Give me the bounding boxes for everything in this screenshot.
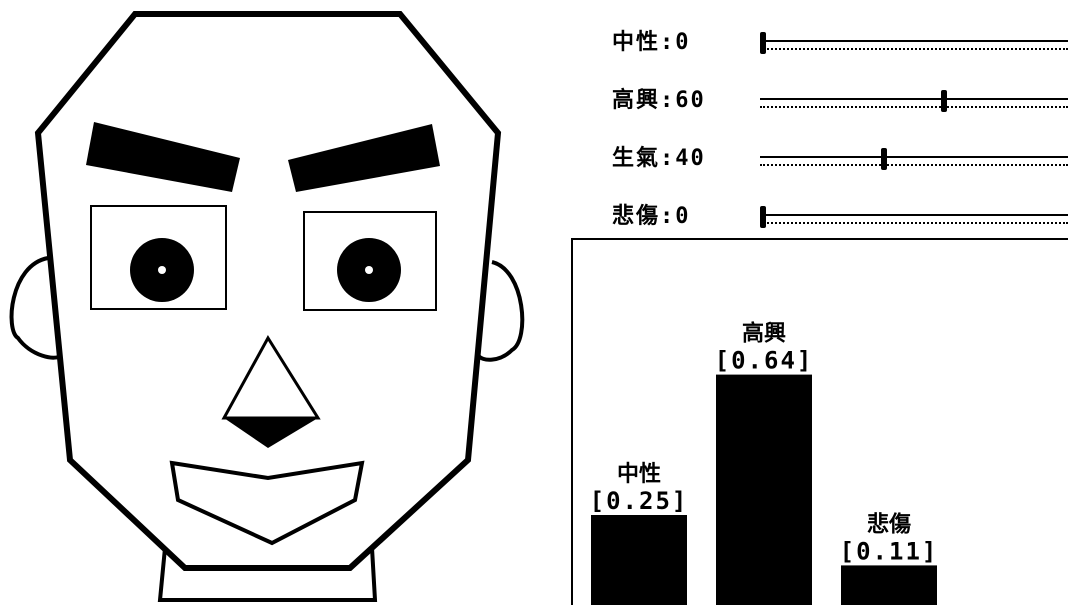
slider-thumb[interactable] xyxy=(941,90,948,112)
bar-value-label-0: [0.25] xyxy=(590,487,689,515)
emotion-chart-panel: [0.25] 中性 [0.64] 高興 [0.11] 悲傷 xyxy=(571,238,1068,605)
bar-1 xyxy=(716,374,812,605)
bar-0 xyxy=(591,515,687,605)
slider-happy: 高興:60 xyxy=(612,86,1068,116)
slider-neutral: 中性:0 xyxy=(612,28,1068,58)
bar-value-label-1: [0.64] xyxy=(715,347,814,375)
slider-thumb[interactable] xyxy=(760,32,766,54)
slider-angry: 生氣:40 xyxy=(612,144,1068,174)
bar-category-label-3: 悲傷 xyxy=(867,511,911,537)
slider-sad: 悲傷:0 xyxy=(612,202,1068,232)
slider-thumb[interactable] xyxy=(880,148,887,170)
slider-thumb[interactable] xyxy=(760,206,766,228)
slider-label: 生氣:40 xyxy=(612,146,706,171)
bar-category-label-1: 高興 xyxy=(742,321,786,347)
slider-label: 高興:60 xyxy=(612,88,706,113)
emotion-bar-chart: [0.25]中性 [0.64]高興 [0.11]悲傷 xyxy=(590,321,939,605)
slider-track[interactable] xyxy=(760,32,1068,54)
bar-value-label-3: [0.11] xyxy=(840,537,939,565)
face-display xyxy=(9,11,525,602)
slider-track[interactable] xyxy=(760,148,1068,170)
bar-3 xyxy=(841,565,937,605)
slider-label: 中性:0 xyxy=(612,30,691,55)
slider-track[interactable] xyxy=(760,90,1068,112)
slider-label: 悲傷:0 xyxy=(612,204,691,229)
slider-track[interactable] xyxy=(760,206,1068,228)
bar-category-label-0: 中性 xyxy=(617,462,661,487)
